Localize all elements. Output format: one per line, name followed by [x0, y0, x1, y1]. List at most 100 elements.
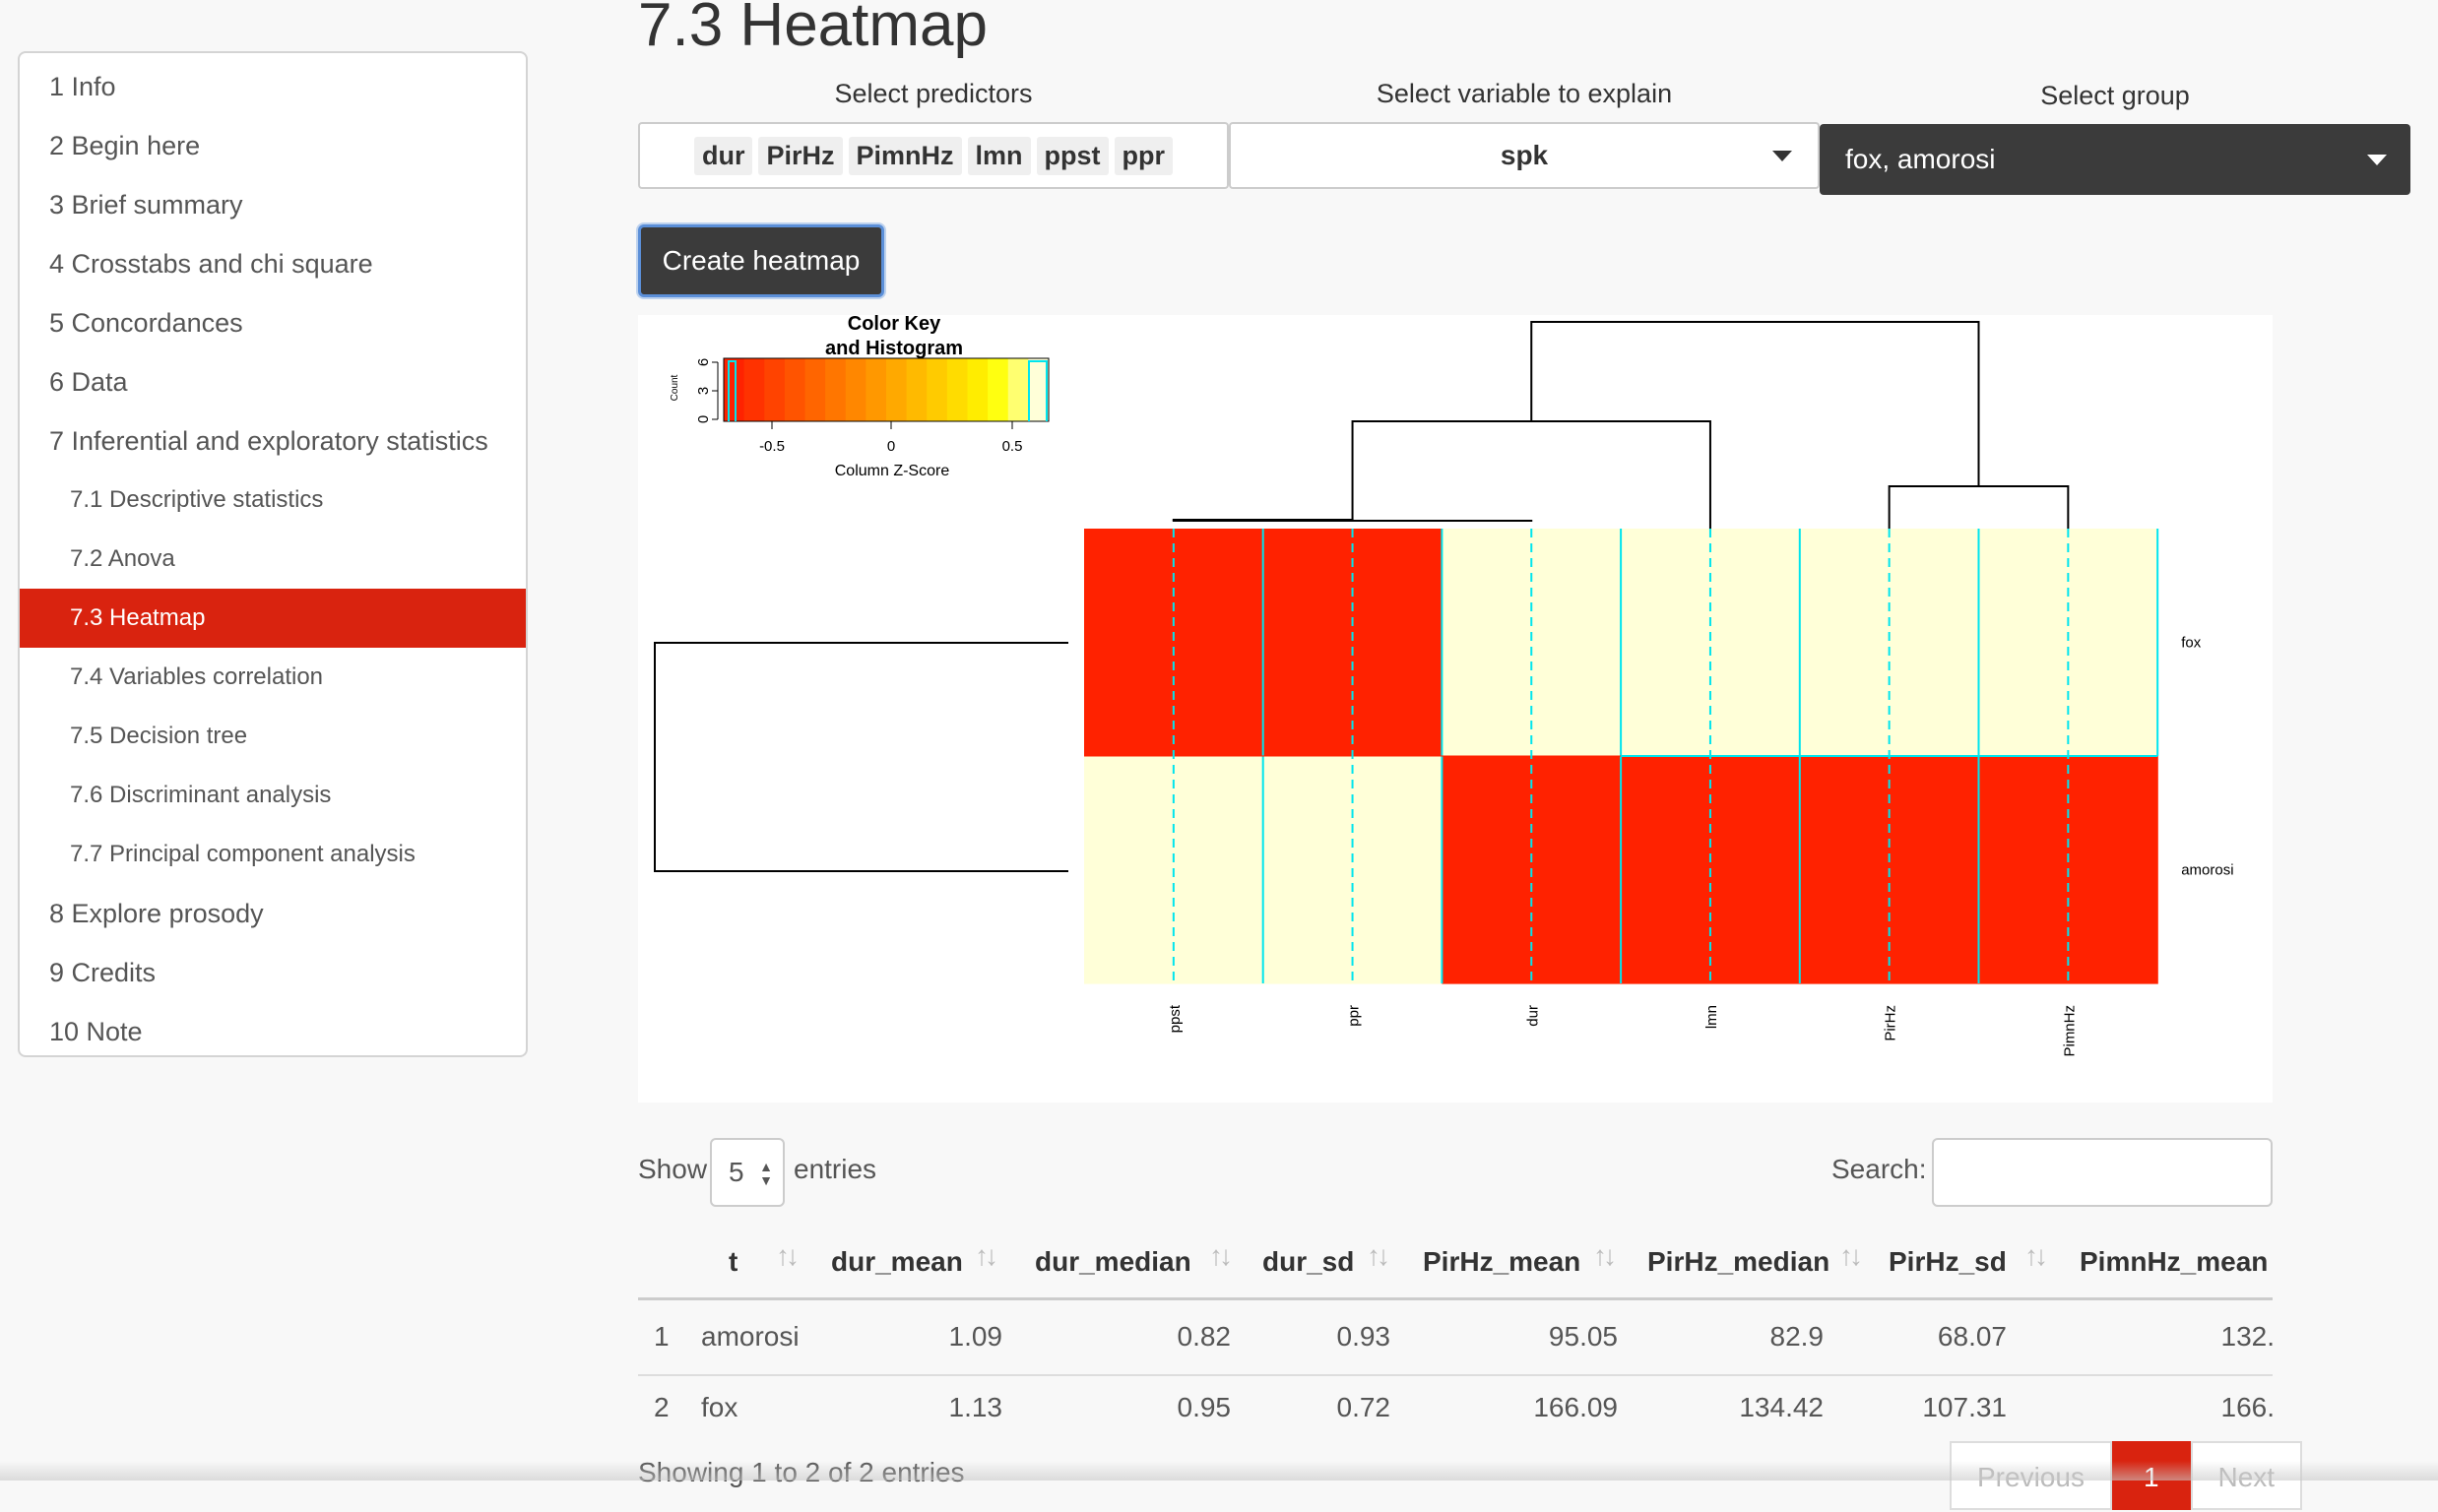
- column-label: ppst: [1167, 1004, 1184, 1033]
- column-label: dur: [1524, 1005, 1541, 1027]
- table-cell: 82.9: [1769, 1321, 1825, 1352]
- color-key-swatch: [825, 358, 847, 421]
- updown-icon: ▲ ▼: [759, 1159, 773, 1188]
- table-cell: 107.31: [1922, 1392, 2007, 1422]
- toc-item[interactable]: 9 Credits: [20, 943, 526, 1002]
- search-input[interactable]: [1932, 1138, 2273, 1207]
- page-button-1[interactable]: 1: [2111, 1441, 2191, 1510]
- page-title: 7.3 Heatmap: [638, 0, 988, 59]
- next-button[interactable]: Next: [2190, 1441, 2303, 1510]
- column-header[interactable]: dur_sd: [1262, 1246, 1354, 1278]
- predictor-chip[interactable]: ppr: [1114, 136, 1174, 175]
- column-header[interactable]: PirHz_sd: [1889, 1246, 2007, 1278]
- group-select-value: fox, amorosi: [1845, 144, 1996, 174]
- toc-item[interactable]: 7.4 Variables correlation: [20, 648, 526, 707]
- heatmap-plot: ppst ppr dur lmn PirHz PimnHz fox amorosi Color …: [638, 315, 2273, 1102]
- search-label: Search:: [1831, 1154, 1927, 1184]
- sort-icon[interactable]: ↑↓: [2024, 1240, 2048, 1272]
- table-cell: fox: [701, 1392, 738, 1422]
- toc-item[interactable]: 8 Explore prosody: [20, 884, 526, 943]
- column-header[interactable]: PirHz_median: [1647, 1246, 1829, 1278]
- count-axis-label: Count: [670, 374, 680, 401]
- color-key-title: Color Key: [848, 315, 941, 335]
- toc-item[interactable]: 7.6 Discriminant analysis: [20, 766, 526, 825]
- sort-icon[interactable]: ↑↓: [975, 1240, 998, 1272]
- toc-item[interactable]: 3 Brief summary: [20, 175, 526, 234]
- table-cell: 166.09: [1533, 1392, 1618, 1422]
- row-label: amorosi: [2181, 862, 2233, 879]
- toc-item[interactable]: 7 Inferential and exploratory statistics: [20, 411, 526, 471]
- row-label: fox: [2181, 635, 2202, 652]
- table-cell: 68.07: [1937, 1321, 2007, 1352]
- previous-button[interactable]: Previous: [1950, 1441, 2112, 1510]
- page-length-value: 5: [729, 1157, 744, 1187]
- create-heatmap-button[interactable]: Create heatmap: [638, 224, 884, 297]
- toc-item[interactable]: 5 Concordances: [20, 293, 526, 352]
- sort-icon[interactable]: ↑↓: [1209, 1240, 1233, 1272]
- table-cell: 166.: [2220, 1392, 2274, 1422]
- zscore-tick-label: 0.5: [1002, 438, 1023, 455]
- toc-item[interactable]: 7.5 Decision tree: [20, 707, 526, 766]
- predictor-chip[interactable]: ppst: [1036, 136, 1109, 175]
- sort-icon[interactable]: ↑↓: [1839, 1240, 1863, 1272]
- group-select[interactable]: fox, amorosi: [1820, 124, 2410, 195]
- color-key-swatch: [866, 358, 887, 421]
- column-header[interactable]: dur_median: [1035, 1246, 1191, 1278]
- row-dendrogram: [654, 642, 1068, 872]
- predictor-chip[interactable]: dur: [693, 136, 753, 175]
- color-key-swatch: [946, 358, 968, 421]
- sort-icon[interactable]: ↑↓: [776, 1240, 800, 1272]
- row-index: 1: [654, 1321, 670, 1352]
- page-length-select[interactable]: 5 ▲ ▼: [710, 1138, 785, 1207]
- toc-item[interactable]: 10 Note: [20, 1002, 526, 1055]
- row-divider: [638, 1374, 2273, 1376]
- color-key-swatch: [784, 358, 805, 421]
- column-label: PimnHz: [2061, 1005, 2078, 1057]
- color-key-swatch: [743, 358, 765, 421]
- column-dendrogram: [1172, 520, 1533, 522]
- table-cell: 0.93: [1336, 1321, 1391, 1352]
- column-dendrogram: [1351, 420, 1711, 529]
- toc-item[interactable]: 6 Data: [20, 352, 526, 411]
- column-dendrogram: [1888, 485, 2070, 529]
- count-tick-label: 0: [695, 415, 712, 423]
- table-cell: 0.82: [1177, 1321, 1232, 1352]
- table-info: Showing 1 to 2 of 2 entries: [638, 1457, 965, 1487]
- color-key-swatch: [886, 358, 908, 421]
- toc-item[interactable]: 4 Crosstabs and chi square: [20, 234, 526, 293]
- column-label: ppr: [1346, 1005, 1363, 1027]
- predictor-chip[interactable]: lmn: [967, 136, 1031, 175]
- predictor-chip[interactable]: PimnHz: [848, 136, 962, 175]
- sort-icon[interactable]: ↑↓: [1367, 1240, 1390, 1272]
- pagination: Previous 1 Next: [1950, 1441, 2303, 1510]
- color-key-swatch: [845, 358, 866, 421]
- toc-item[interactable]: 7.1 Descriptive statistics: [20, 471, 526, 530]
- table-of-contents: 1 Info 2 Begin here 3 Brief summary 4 Cross…: [18, 51, 528, 1057]
- variable-select[interactable]: spk: [1229, 122, 1820, 189]
- toc-item[interactable]: 7.7 Principal component analysis: [20, 825, 526, 884]
- color-key-swatch: [967, 358, 989, 421]
- show-label: Show: [638, 1154, 708, 1184]
- count-tick-label: 3: [695, 387, 712, 395]
- heatmap-svg: ppst ppr dur lmn PirHz PimnHz fox amorosi Color …: [654, 315, 2234, 1057]
- toc-item[interactable]: 7.3 Heatmap: [20, 589, 526, 648]
- table-cell: 0.72: [1336, 1392, 1391, 1422]
- column-header[interactable]: PirHz_mean: [1423, 1246, 1580, 1278]
- header-divider: [638, 1297, 2273, 1300]
- sort-icon[interactable]: ↑↓: [1593, 1240, 1617, 1272]
- toc-item[interactable]: 2 Begin here: [20, 116, 526, 175]
- color-key-swatch: [988, 358, 1009, 421]
- column-header[interactable]: PimnHz_mean: [2080, 1246, 2268, 1278]
- column-header[interactable]: dur_mean: [831, 1246, 963, 1278]
- zscore-tick-label: 0: [887, 438, 895, 455]
- chevron-down-icon: [2367, 155, 2387, 165]
- predictors-label: Select predictors: [834, 79, 1033, 108]
- toc-item[interactable]: 1 Info: [20, 57, 526, 116]
- column-header[interactable]: t: [729, 1246, 738, 1278]
- toc-item[interactable]: 7.2 Anova: [20, 530, 526, 589]
- table-cell: 134.42: [1739, 1392, 1824, 1422]
- table-cell: 95.05: [1548, 1321, 1618, 1352]
- predictors-select[interactable]: dur PirHz PimnHz lmn ppst ppr: [638, 122, 1229, 189]
- color-key-swatch: [804, 358, 826, 421]
- predictor-chip[interactable]: PirHz: [758, 136, 843, 175]
